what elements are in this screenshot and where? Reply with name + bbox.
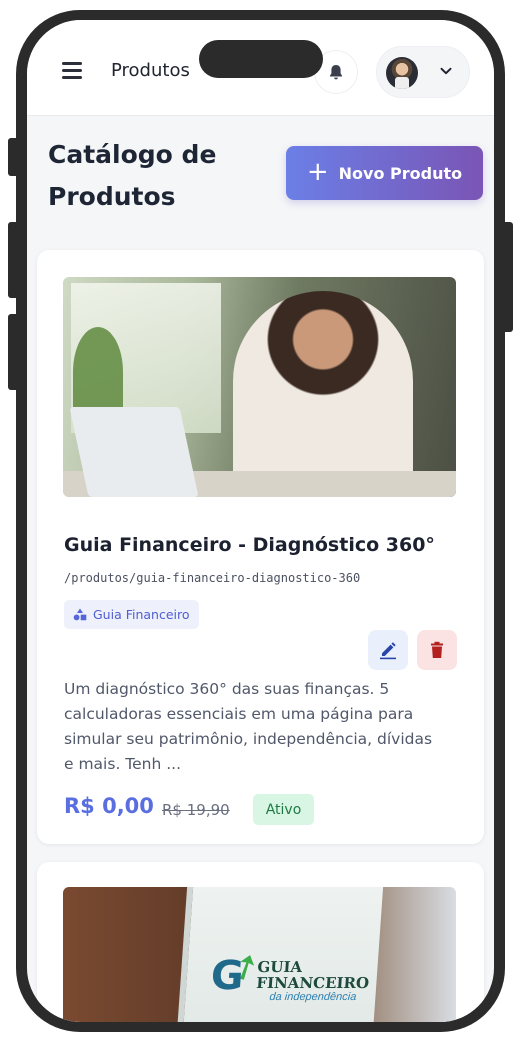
book-cover-subtitle: da independência	[269, 991, 357, 1003]
product-image[interactable]: ➚ G GUIA FINANCEIRO da independência	[63, 887, 456, 1022]
category-label: Guia Financeiro	[93, 607, 190, 622]
user-menu-button[interactable]	[376, 46, 470, 98]
plus-icon: +	[306, 157, 329, 187]
page-title: Catálogo de Produtos	[48, 140, 217, 211]
product-image[interactable]	[63, 277, 456, 497]
header-title: Produtos	[111, 60, 190, 81]
delete-button[interactable]	[417, 630, 457, 670]
product-description: Um diagnóstico 360° das suas finanças. 5…	[64, 680, 433, 773]
avatar	[386, 57, 418, 89]
book-cover-title: GUIA FINANCEIRO	[255, 958, 370, 992]
shapes-icon	[73, 608, 87, 621]
product-old-price: R$ 19,90	[162, 801, 230, 819]
hamburger-icon[interactable]	[62, 62, 82, 79]
product-price: R$ 0,00	[64, 794, 154, 818]
category-badge: Guia Financeiro	[64, 600, 199, 629]
phone-screen: Produtos Catálogo de Produtos + Novo Pro…	[27, 20, 494, 1022]
trash-icon	[431, 641, 443, 658]
phone-notch	[199, 40, 323, 78]
pencil-icon	[380, 642, 396, 660]
chevron-down-icon	[440, 67, 452, 75]
new-product-label: Novo Produto	[338, 163, 463, 183]
phone-frame: Produtos Catálogo de Produtos + Novo Pro…	[16, 10, 505, 1032]
product-slug: /produtos/guia-financeiro-diagnostico-36…	[64, 571, 361, 585]
new-product-button[interactable]: + Novo Produto	[286, 146, 483, 200]
status-badge: Ativo	[253, 794, 314, 825]
bell-icon	[330, 64, 342, 79]
book-cover-logo: G	[209, 953, 246, 999]
product-name[interactable]: Guia Financeiro - Diagnóstico 360°	[64, 534, 435, 556]
product-card: Guia Financeiro - Diagnóstico 360° /prod…	[37, 250, 484, 844]
edit-button[interactable]	[368, 630, 408, 670]
book-cover: ➚ G GUIA FINANCEIRO da independência	[174, 887, 384, 1022]
product-card: ➚ G GUIA FINANCEIRO da independência	[37, 862, 484, 1022]
